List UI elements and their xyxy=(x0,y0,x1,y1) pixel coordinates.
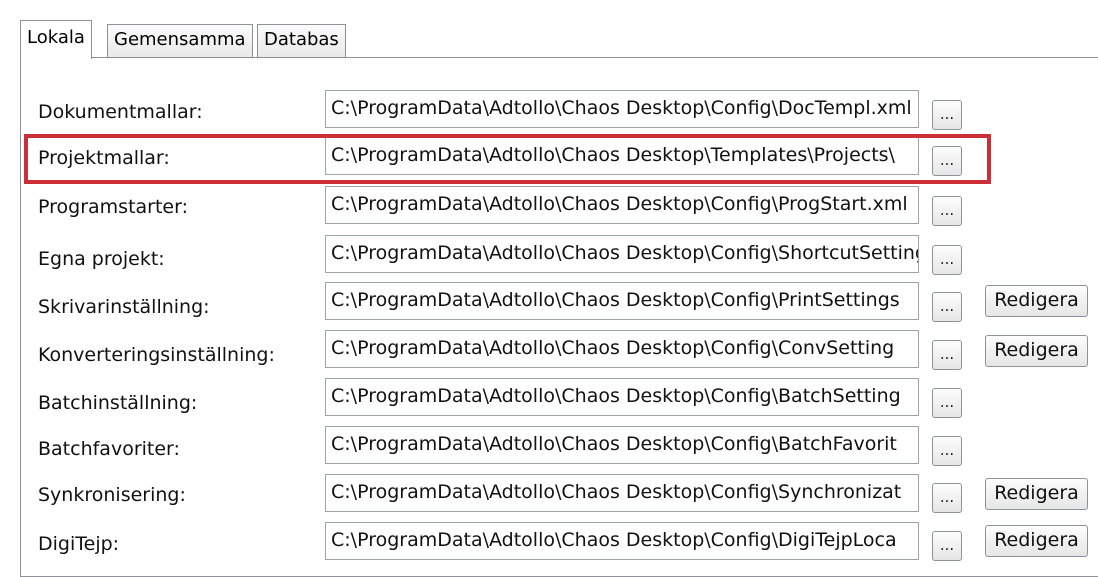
browse-button[interactable]: ... xyxy=(932,196,962,226)
tab-databas[interactable]: Databas xyxy=(257,24,346,57)
browse-button[interactable]: ... xyxy=(932,483,962,513)
row-programstarter: Programstarter: C:\ProgramData\Adtollo\C… xyxy=(0,184,1098,230)
row-label: Batchinställning: xyxy=(38,392,198,414)
path-field[interactable]: C:\ProgramData\Adtollo\Chaos Desktop\Con… xyxy=(325,282,919,320)
row-batchinstallning: Batchinställning: C:\ProgramData\Adtollo… xyxy=(0,377,1098,423)
path-field[interactable]: C:\ProgramData\Adtollo\Chaos Desktop\Con… xyxy=(325,330,919,368)
tab-bar: Lokala Gemensamma Databas xyxy=(20,20,1098,59)
row-label: Konverteringsinställning: xyxy=(38,344,275,366)
row-egna-projekt: Egna projekt: C:\ProgramData\Adtollo\Cha… xyxy=(0,232,1098,278)
row-batchfavoriter: Batchfavoriter: C:\ProgramData\Adtollo\C… xyxy=(0,425,1098,471)
path-field[interactable]: C:\ProgramData\Adtollo\Chaos Desktop\Con… xyxy=(325,186,919,224)
browse-button[interactable]: ... xyxy=(932,100,962,130)
edit-button[interactable]: Redigera xyxy=(985,525,1088,557)
row-label: Programstarter: xyxy=(38,196,188,218)
row-label: Synkronisering: xyxy=(38,484,186,506)
path-field[interactable]: C:\ProgramData\Adtollo\Chaos Desktop\Tem… xyxy=(325,137,919,175)
row-label: Egna projekt: xyxy=(38,248,165,270)
row-label: Batchfavoriter: xyxy=(38,438,180,460)
browse-button[interactable]: ... xyxy=(932,388,962,418)
path-field[interactable]: C:\ProgramData\Adtollo\Chaos Desktop\Con… xyxy=(325,426,919,464)
browse-button[interactable]: ... xyxy=(932,245,962,275)
row-synkronisering: Synkronisering: C:\ProgramData\Adtollo\C… xyxy=(0,473,1098,519)
path-field[interactable]: C:\ProgramData\Adtollo\Chaos Desktop\Con… xyxy=(325,90,919,128)
edit-button[interactable]: Redigera xyxy=(985,285,1088,317)
row-skrivarinstallning: Skrivarinställning: C:\ProgramData\Adtol… xyxy=(0,280,1098,326)
row-label: DigiTejp: xyxy=(38,533,120,555)
edit-button[interactable]: Redigera xyxy=(985,335,1088,367)
row-projektmallar: Projektmallar: C:\ProgramData\Adtollo\Ch… xyxy=(0,135,1098,181)
browse-button[interactable]: ... xyxy=(932,146,962,176)
path-field[interactable]: C:\ProgramData\Adtollo\Chaos Desktop\Con… xyxy=(325,235,919,273)
row-konverteringsinstallning: Konverteringsinställning: C:\ProgramData… xyxy=(0,328,1098,374)
browse-button[interactable]: ... xyxy=(932,436,962,466)
row-label: Projektmallar: xyxy=(38,147,170,169)
row-digitejp: DigiTejp: C:\ProgramData\Adtollo\Chaos D… xyxy=(0,521,1098,567)
browse-button[interactable]: ... xyxy=(932,531,962,561)
path-field[interactable]: C:\ProgramData\Adtollo\Chaos Desktop\Con… xyxy=(325,378,919,416)
browse-button[interactable]: ... xyxy=(932,340,962,370)
path-field[interactable]: C:\ProgramData\Adtollo\Chaos Desktop\Con… xyxy=(325,474,919,512)
row-label: Skrivarinställning: xyxy=(38,296,210,318)
browse-button[interactable]: ... xyxy=(932,292,962,322)
row-dokumentmallar: Dokumentmallar: C:\ProgramData\Adtollo\C… xyxy=(0,86,1098,132)
path-field[interactable]: C:\ProgramData\Adtollo\Chaos Desktop\Con… xyxy=(325,522,919,560)
tab-gemensamma[interactable]: Gemensamma xyxy=(107,24,253,57)
edit-button[interactable]: Redigera xyxy=(985,478,1088,510)
tab-lokala[interactable]: Lokala xyxy=(20,20,92,59)
row-label: Dokumentmallar: xyxy=(38,101,203,123)
